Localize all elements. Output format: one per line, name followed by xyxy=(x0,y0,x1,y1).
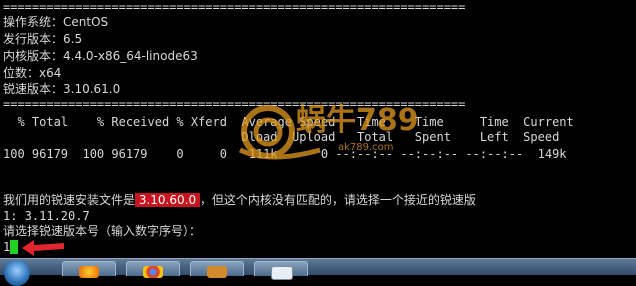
bits-line: 位数：x64 xyxy=(3,66,62,80)
separator-bottom: ========================================… xyxy=(3,97,466,111)
separator-top: ========================================… xyxy=(3,0,466,14)
start-orb-icon[interactable] xyxy=(4,260,30,286)
xshell-icon xyxy=(207,266,227,278)
annotation-arrow-icon xyxy=(22,240,64,256)
message-suffix: ，但这个内核没有匹配的，请选择一个接近的锐速版 xyxy=(199,193,476,207)
version-highlight: 3.10.60.0 xyxy=(135,193,200,207)
curl-progress: 100 96179 100 96179 0 0 111k 0 --:--:-- … xyxy=(3,147,567,161)
file-icon xyxy=(271,266,293,280)
firefox-icon xyxy=(79,266,99,278)
terminal-window[interactable]: ========================================… xyxy=(0,0,636,258)
release-line: 发行版本：6.5 xyxy=(3,32,83,46)
message-prefix: 我们用的锐速安装文件是 xyxy=(3,193,136,207)
curl-header-1: % Total % Received % Xferd Average Speed… xyxy=(3,115,574,129)
curl-header-2: Dload Upload Total Spent Left Speed xyxy=(3,130,560,144)
os-line: 操作系统：CentOS xyxy=(3,15,109,29)
serverspeeder-version-line: 锐速版本：3.10.61.0 xyxy=(3,82,121,96)
option-1: 1: 3.11.20.7 xyxy=(3,209,90,223)
chrome-icon xyxy=(143,266,163,278)
install-file-message: 我们用的锐速安装文件是 3.10.60.0 ，但这个内核没有匹配的，请选择一个接… xyxy=(3,193,476,207)
kernel-line: 内核版本：4.4.0-x86_64-linode63 xyxy=(3,49,198,63)
windows-taskbar xyxy=(0,258,636,286)
terminal-cursor xyxy=(10,240,18,254)
